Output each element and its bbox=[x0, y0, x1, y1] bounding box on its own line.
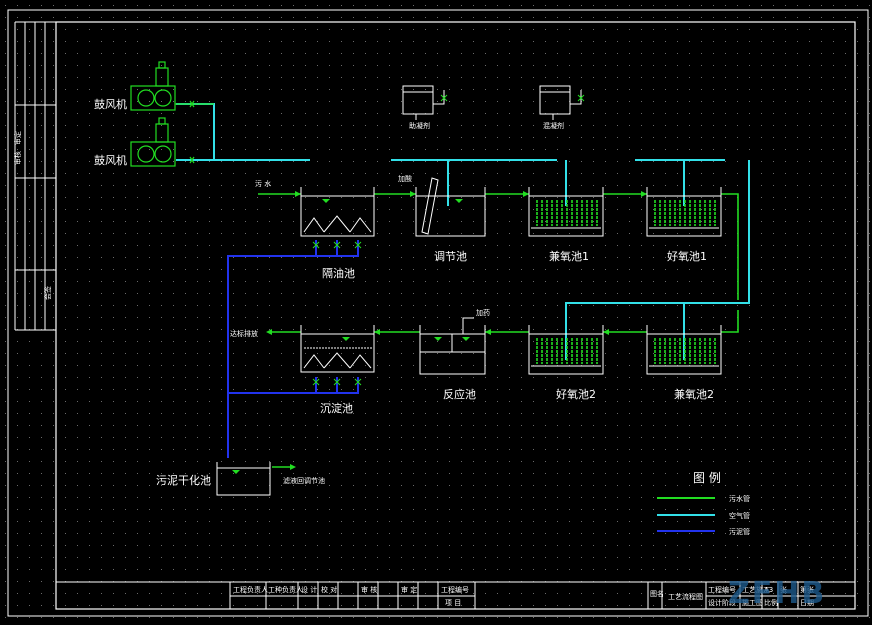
tb-c3: 设 计 bbox=[301, 585, 317, 594]
tb-c2: 工种负责人 bbox=[268, 585, 303, 594]
legend-label-sewage: 污水管 bbox=[729, 494, 750, 503]
process-flow-diagram: 审定 审核 会签 鼓风机 鼓风机 助凝剂 混凝剂 隔油池 调节池 兼氧池1 好氧… bbox=[0, 0, 872, 625]
tb-c5: 审 核 bbox=[361, 585, 377, 594]
tb-c7: 工程编号 bbox=[441, 585, 469, 594]
sewage-inlet-label: 污 水 bbox=[255, 179, 271, 188]
legend-label-sludge: 污泥管 bbox=[729, 527, 750, 536]
side-label-b: 审核 bbox=[13, 151, 22, 165]
tb-c1: 工程负责人 bbox=[233, 585, 268, 594]
reaction-label: 反应池 bbox=[443, 387, 476, 401]
sludge-drying-label: 污泥干化池 bbox=[156, 473, 211, 487]
tb-drawing-title: 工艺流程图 bbox=[668, 592, 703, 601]
tb-c6: 审 定 bbox=[401, 585, 417, 594]
blower-2-label: 鼓风机 bbox=[94, 153, 127, 167]
anoxic-1-label: 兼氧池1 bbox=[549, 249, 589, 263]
aerobic-2-label: 好氧池2 bbox=[556, 387, 596, 401]
legend-title: 图 例 bbox=[693, 471, 721, 485]
discharge-label: 达标排放 bbox=[230, 329, 258, 338]
side-label-a: 审定 bbox=[13, 131, 22, 145]
acid-add-label: 加酸 bbox=[398, 174, 412, 183]
dosing-label: 加药 bbox=[476, 308, 490, 317]
grease-trap-label: 隔油池 bbox=[322, 266, 355, 280]
tb-drawing-label: 图名 bbox=[650, 589, 664, 598]
tb-c4: 校 对 bbox=[321, 585, 337, 594]
dosing-tank-2-label: 混凝剂 bbox=[543, 121, 564, 130]
anoxic-2-label: 兼氧池2 bbox=[674, 387, 714, 401]
watermark: ZFHB bbox=[728, 576, 826, 611]
dosing-tank-1-label: 助凝剂 bbox=[409, 121, 430, 130]
tb-c8: 项 目 bbox=[445, 599, 461, 607]
sludge-return-label: 滤液回调节池 bbox=[283, 476, 325, 485]
equalization-label: 调节池 bbox=[434, 250, 467, 263]
aerobic-1-label: 好氧池1 bbox=[667, 249, 707, 263]
blower-1-label: 鼓风机 bbox=[94, 97, 127, 111]
settling-label: 沉淀池 bbox=[320, 401, 353, 415]
side-label-c: 会签 bbox=[43, 286, 52, 300]
legend-label-air: 空气管 bbox=[729, 511, 750, 520]
